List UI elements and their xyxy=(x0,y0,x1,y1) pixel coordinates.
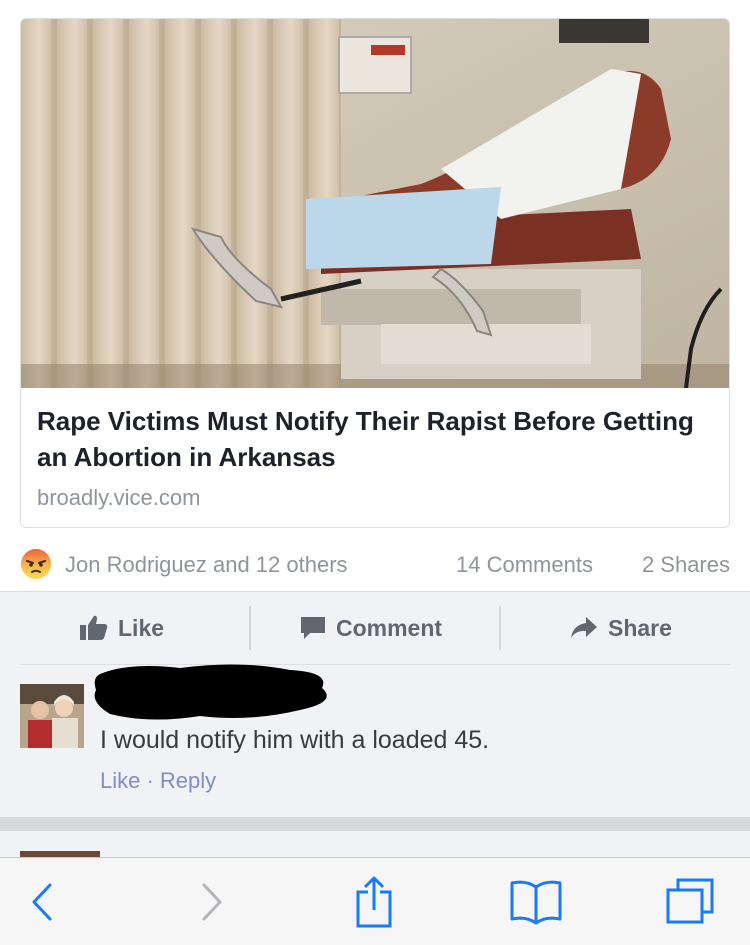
back-icon xyxy=(32,883,52,921)
comment-bubble-icon xyxy=(301,617,325,639)
thumbs-up-icon xyxy=(80,615,108,640)
comment-button[interactable]: Comment xyxy=(300,592,442,664)
browser-toolbar xyxy=(0,857,750,945)
like-button[interactable]: Like xyxy=(80,592,164,664)
link-preview-card[interactable]: Rape Victims Must Notify Their Rapist Be… xyxy=(20,18,730,528)
comment-text: I would notify him with a loaded 45. xyxy=(100,726,490,754)
post-separator xyxy=(0,817,750,831)
like-label: Like xyxy=(118,614,165,641)
share-sheet-button[interactable] xyxy=(348,876,400,928)
comment-label: Comment xyxy=(336,614,443,641)
forward-icon xyxy=(202,883,222,921)
reactions-summary: Jon Rodriguez and 12 others 14 Comments … xyxy=(20,544,730,584)
comments-count-link[interactable]: 14 Comments xyxy=(456,552,593,578)
action-bar: Like Comment Share xyxy=(0,592,750,664)
tabs-button[interactable] xyxy=(664,876,716,928)
commenter-avatar[interactable] xyxy=(20,684,84,748)
separator-dot: · xyxy=(140,768,160,793)
shares-count-link[interactable]: 2 Shares xyxy=(642,552,730,578)
bookmarks-button[interactable] xyxy=(510,876,562,928)
angry-face-icon[interactable] xyxy=(20,548,52,580)
bookmarks-icon xyxy=(510,880,562,925)
comment-reply-link[interactable]: Reply xyxy=(160,768,216,793)
redacted-name xyxy=(94,664,327,720)
tabs-icon xyxy=(666,878,714,924)
post-footer: Like Comment Share I would notify him wi… xyxy=(0,591,750,817)
article-title[interactable]: Rape Victims Must Notify Their Rapist Be… xyxy=(37,403,707,475)
forward-button[interactable] xyxy=(186,876,238,928)
article-image xyxy=(21,19,729,388)
share-icon xyxy=(356,876,392,928)
share-button[interactable]: Share xyxy=(570,592,672,664)
reaction-names-link[interactable]: Jon Rodriguez and 12 others xyxy=(65,552,348,578)
comment-actions: Like · Reply xyxy=(100,768,216,794)
article-domain: broadly.vice.com xyxy=(37,485,201,510)
divider xyxy=(249,606,251,650)
back-button[interactable] xyxy=(16,876,68,928)
next-post-preview xyxy=(0,831,750,859)
comment-like-link[interactable]: Like xyxy=(100,768,140,793)
share-label: Share xyxy=(608,614,672,641)
divider xyxy=(499,606,501,650)
share-arrow-icon xyxy=(571,617,597,638)
